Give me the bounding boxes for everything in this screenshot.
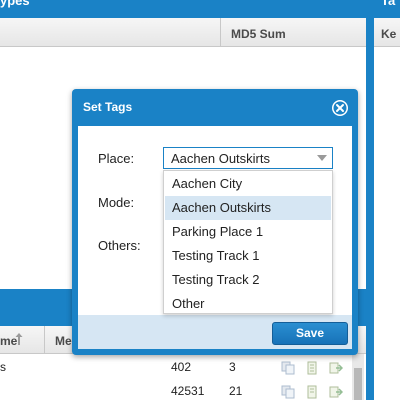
save-button[interactable]: Save [272, 322, 348, 345]
close-icon[interactable] [331, 99, 349, 117]
others-label: Others: [98, 238, 141, 253]
place-combobox[interactable]: Aachen Outskirts [163, 147, 333, 169]
place-option-testing-track-2[interactable]: Testing Track 2 [165, 268, 331, 292]
place-option-other[interactable]: Other [165, 292, 331, 316]
chevron-down-icon[interactable] [316, 154, 328, 162]
place-option-testing-track-1[interactable]: Testing Track 1 [165, 244, 331, 268]
app-window: ypes MD5 Sum Ta Ke me Me s 402 3 42531 2… [0, 0, 400, 400]
place-option-parking-place-1[interactable]: Parking Place 1 [165, 220, 331, 244]
place-combobox-value: Aachen Outskirts [171, 151, 270, 166]
place-option-aachen-outskirts[interactable]: Aachen Outskirts [165, 196, 331, 220]
place-label: Place: [98, 151, 135, 166]
place-dropdown-list: Aachen City Aachen Outskirts Parking Pla… [163, 170, 333, 314]
mode-label: Mode: [98, 195, 135, 210]
dialog-title: Set Tags [83, 100, 133, 114]
place-option-aachen-city[interactable]: Aachen City [165, 172, 331, 196]
